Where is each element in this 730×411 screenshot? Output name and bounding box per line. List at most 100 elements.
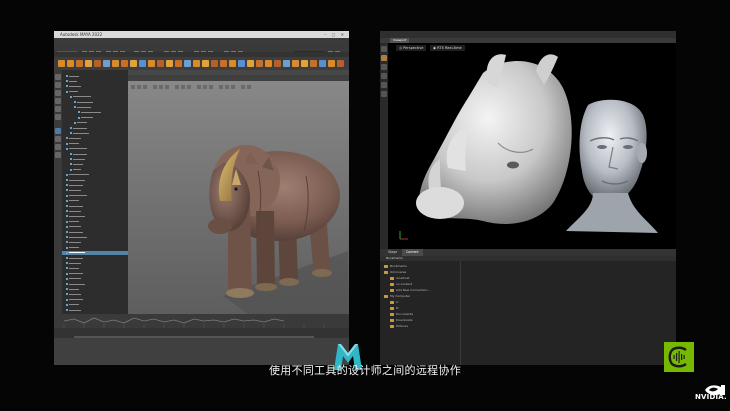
content-tree-item[interactable]: My Computer bbox=[384, 294, 410, 299]
outliner-row[interactable] bbox=[62, 225, 128, 229]
outliner-row[interactable] bbox=[62, 116, 128, 120]
play-icon[interactable] bbox=[381, 91, 387, 97]
outliner-row[interactable] bbox=[62, 209, 128, 213]
outliner-row[interactable] bbox=[62, 110, 128, 114]
shelf-tool-icon[interactable] bbox=[58, 60, 65, 67]
omniverse-viewport[interactable]: ◎ Perspective ◉ RTX Real-time bbox=[388, 43, 676, 249]
outliner-row[interactable] bbox=[62, 261, 128, 265]
shelf-tool-icon[interactable] bbox=[220, 60, 227, 67]
shelf-tool-icon[interactable] bbox=[166, 60, 173, 67]
move-tool-icon[interactable] bbox=[55, 98, 61, 104]
shelf-tool-icon[interactable] bbox=[130, 60, 137, 67]
outliner-row[interactable] bbox=[62, 303, 128, 307]
outliner-row[interactable] bbox=[62, 256, 128, 260]
outliner-row[interactable] bbox=[62, 246, 128, 250]
tab-content[interactable]: Content bbox=[402, 249, 423, 256]
rotate-icon[interactable] bbox=[381, 64, 387, 70]
outliner-row[interactable] bbox=[62, 308, 128, 312]
shelf-tool-icon[interactable] bbox=[121, 60, 128, 67]
layout-single-icon[interactable] bbox=[55, 128, 61, 134]
content-tree-item[interactable]: Documents bbox=[390, 312, 413, 317]
outliner-row[interactable] bbox=[62, 287, 128, 291]
outliner-row[interactable] bbox=[62, 168, 128, 172]
shelf-tool-icon[interactable] bbox=[211, 60, 218, 67]
shelf-tool-icon[interactable] bbox=[247, 60, 254, 67]
outliner-row[interactable] bbox=[62, 230, 128, 234]
snap-icon[interactable] bbox=[381, 82, 387, 88]
maya-time-slider[interactable] bbox=[54, 314, 349, 329]
shelf-tool-icon[interactable] bbox=[283, 60, 290, 67]
outliner-row[interactable] bbox=[62, 282, 128, 286]
shelf-tool-icon[interactable] bbox=[229, 60, 236, 67]
sculpt-models[interactable] bbox=[388, 43, 676, 249]
shelf-tool-icon[interactable] bbox=[157, 60, 164, 67]
shelf-tool-icon[interactable] bbox=[112, 60, 119, 67]
shelf-tool-icon[interactable] bbox=[148, 60, 155, 67]
outliner-row[interactable] bbox=[62, 178, 128, 182]
outliner-row[interactable] bbox=[62, 152, 128, 156]
content-tree-item[interactable]: Add New Connection... bbox=[390, 288, 430, 293]
layout-four-icon[interactable] bbox=[55, 136, 61, 142]
outliner-row[interactable] bbox=[62, 194, 128, 198]
outliner-row[interactable] bbox=[62, 292, 128, 296]
outliner-row[interactable] bbox=[62, 95, 128, 99]
maya-viewport[interactable]: ViewShadingLightingShowRendererPanels bbox=[128, 70, 349, 314]
outliner-row[interactable] bbox=[62, 142, 128, 146]
maya-command-line[interactable] bbox=[54, 338, 349, 365]
content-tree-item[interactable]: Omniverse bbox=[384, 270, 406, 275]
shelf-tool-icon[interactable] bbox=[76, 60, 83, 67]
select-tool-icon[interactable] bbox=[55, 74, 61, 80]
outliner-row[interactable] bbox=[62, 147, 128, 151]
tab-stage[interactable]: Stage bbox=[384, 249, 401, 256]
maya-range-slider[interactable] bbox=[54, 328, 349, 340]
outliner-row[interactable] bbox=[62, 126, 128, 130]
outliner-row[interactable] bbox=[62, 214, 128, 218]
shelf-tool-icon[interactable] bbox=[139, 60, 146, 67]
outliner-row[interactable] bbox=[62, 131, 128, 135]
outliner-row[interactable] bbox=[62, 277, 128, 281]
outliner-row[interactable] bbox=[62, 199, 128, 203]
outliner-row[interactable] bbox=[62, 84, 128, 88]
outliner-row[interactable] bbox=[62, 90, 128, 94]
scale-icon[interactable] bbox=[381, 73, 387, 79]
shelf-tool-icon[interactable] bbox=[310, 60, 317, 67]
shelf-tool-icon[interactable] bbox=[67, 60, 74, 67]
outliner-row[interactable] bbox=[62, 162, 128, 166]
shelf-tool-icon[interactable] bbox=[274, 60, 281, 67]
content-tree-item[interactable]: Pictures bbox=[390, 324, 408, 329]
shelf-tool-icon[interactable] bbox=[94, 60, 101, 67]
outliner-row[interactable] bbox=[62, 240, 128, 244]
outliner-row[interactable] bbox=[62, 266, 128, 270]
outliner-row[interactable] bbox=[62, 220, 128, 224]
paint-tool-icon[interactable] bbox=[55, 90, 61, 96]
shelf-tool-icon[interactable] bbox=[328, 60, 335, 67]
rhino-model[interactable] bbox=[128, 81, 349, 314]
outliner-row[interactable] bbox=[62, 298, 128, 302]
select-icon[interactable] bbox=[381, 46, 387, 52]
outliner-row[interactable] bbox=[62, 157, 128, 161]
outliner-row[interactable] bbox=[62, 136, 128, 140]
shelf-tool-icon[interactable] bbox=[193, 60, 200, 67]
rotate-tool-icon[interactable] bbox=[55, 106, 61, 112]
shelf-tool-icon[interactable] bbox=[337, 60, 344, 67]
content-tree-item[interactable]: Bookmarks bbox=[384, 264, 407, 269]
scale-tool-icon[interactable] bbox=[55, 114, 61, 120]
shelf-tool-icon[interactable] bbox=[238, 60, 245, 67]
outliner-row[interactable] bbox=[62, 74, 128, 78]
outliner-row[interactable] bbox=[62, 173, 128, 177]
content-tree-item[interactable]: ov-content bbox=[390, 282, 412, 287]
content-tree-item[interactable]: Downloads bbox=[390, 318, 412, 323]
outliner-row[interactable] bbox=[62, 204, 128, 208]
outliner-row[interactable] bbox=[62, 188, 128, 192]
content-tree-item[interactable]: C: bbox=[390, 300, 399, 305]
outliner-row[interactable] bbox=[62, 100, 128, 104]
shelf-tool-icon[interactable] bbox=[103, 60, 110, 67]
layout-two-icon[interactable] bbox=[55, 144, 61, 150]
move-icon[interactable] bbox=[381, 55, 387, 61]
outliner-row[interactable] bbox=[62, 105, 128, 109]
outliner-row[interactable]: rhino_mesh bbox=[62, 250, 128, 255]
outliner-row[interactable] bbox=[62, 272, 128, 276]
window-controls[interactable]: – ▢ ✕ bbox=[324, 31, 346, 38]
shelf-tool-icon[interactable] bbox=[202, 60, 209, 67]
content-tree-item[interactable]: localhost bbox=[390, 276, 409, 281]
